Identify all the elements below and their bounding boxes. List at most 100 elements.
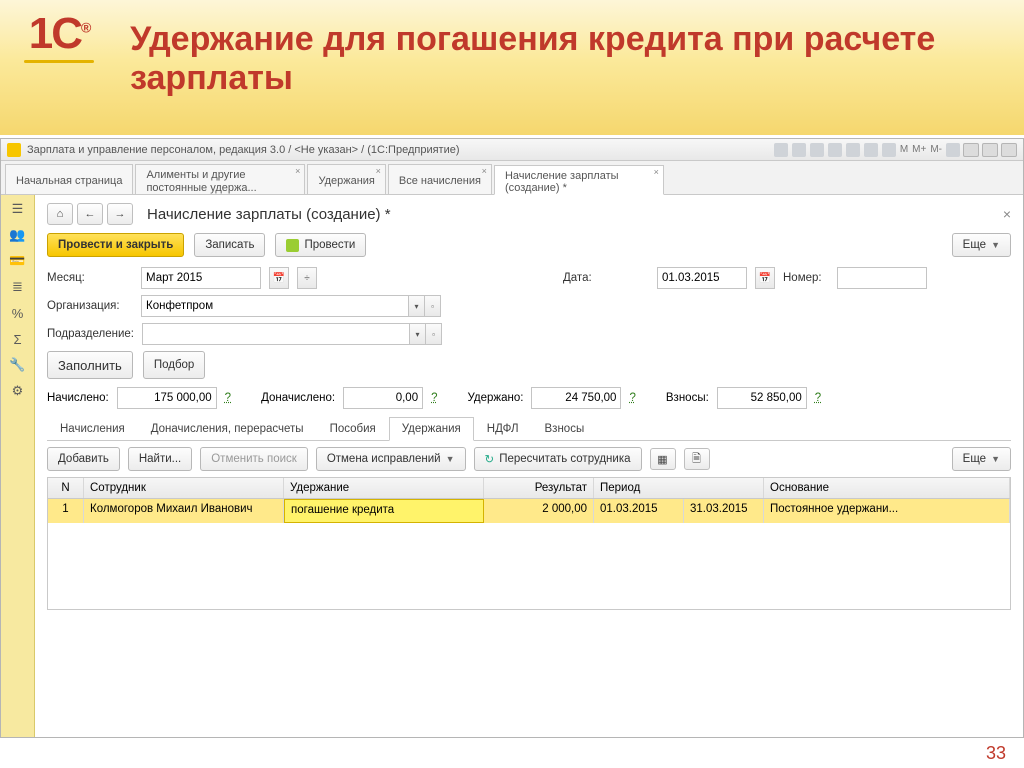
date-input[interactable] bbox=[657, 267, 747, 289]
toolbar-icon[interactable] bbox=[864, 143, 878, 157]
org-input[interactable] bbox=[141, 295, 441, 317]
date-picker-button[interactable]: 📅 bbox=[755, 267, 775, 289]
fill-button[interactable]: Заполнить bbox=[47, 351, 133, 379]
save-button[interactable]: Записать bbox=[194, 233, 265, 257]
toolbar-icon[interactable] bbox=[792, 143, 806, 157]
open-ref-icon[interactable]: ▫ bbox=[425, 324, 441, 344]
subtab-deductions[interactable]: Удержания bbox=[389, 417, 474, 441]
m-minus-label[interactable]: M- bbox=[930, 144, 942, 155]
subtabs: Начисления Доначисления, перерасчеты Пос… bbox=[47, 417, 1011, 441]
maximize-button[interactable] bbox=[982, 143, 998, 157]
tab-close-icon[interactable]: × bbox=[295, 167, 300, 177]
cell-employee[interactable]: Колмогоров Михаил Иванович bbox=[84, 499, 284, 523]
cell-period-to[interactable]: 31.03.2015 bbox=[684, 499, 764, 523]
toolbar-icon[interactable] bbox=[828, 143, 842, 157]
back-button[interactable]: ← bbox=[77, 203, 103, 225]
table-row[interactable]: 1 Колмогоров Михаил Иванович погашение к… bbox=[48, 499, 1010, 523]
toolbar-icon[interactable] bbox=[810, 143, 824, 157]
accrued-label: Начислено: bbox=[47, 392, 109, 404]
dropdown-icon[interactable]: ▾ bbox=[409, 324, 425, 344]
cell-result[interactable]: 2 000,00 bbox=[484, 499, 594, 523]
grid-icon-button[interactable]: 🗎 bbox=[684, 448, 710, 470]
subtab-contrib[interactable]: Взносы bbox=[532, 417, 598, 440]
app-icon bbox=[7, 143, 21, 157]
recalc-button[interactable]: ↻Пересчитать сотрудника bbox=[474, 447, 642, 471]
cell-basis[interactable]: Постоянное удержани... bbox=[764, 499, 1010, 523]
menu-icon[interactable]: ☰ bbox=[9, 201, 27, 217]
users-icon[interactable]: 👥 bbox=[9, 227, 27, 243]
app-titlebar: Зарплата и управление персоналом, редакц… bbox=[1, 139, 1023, 161]
post-button[interactable]: Провести bbox=[275, 233, 366, 257]
find-button[interactable]: Найти... bbox=[128, 447, 192, 471]
dept-input[interactable] bbox=[142, 323, 442, 345]
col-period[interactable]: Период bbox=[594, 478, 764, 498]
forward-button[interactable]: → bbox=[107, 203, 133, 225]
grid-more-button[interactable]: Еще▼ bbox=[952, 447, 1011, 471]
toolbar-icon[interactable] bbox=[882, 143, 896, 157]
tab-close-icon[interactable]: × bbox=[654, 168, 659, 178]
tab-start-page[interactable]: Начальная страница bbox=[5, 164, 133, 194]
slide-page-number: 33 bbox=[986, 743, 1006, 764]
app-window: Зарплата и управление персоналом, редакц… bbox=[0, 138, 1024, 738]
withheld-value bbox=[531, 387, 621, 409]
contrib-help[interactable]: ? bbox=[815, 392, 821, 404]
m-label[interactable]: M bbox=[900, 144, 908, 155]
tab-alimony[interactable]: Алименты и другие постоянные удержа...× bbox=[135, 164, 305, 194]
toolbar-icon[interactable] bbox=[846, 143, 860, 157]
dropdown-icon[interactable]: ▾ bbox=[408, 296, 424, 316]
logo-1c: 1C® bbox=[18, 12, 100, 82]
open-ref-icon[interactable]: ▫ bbox=[424, 296, 440, 316]
col-basis[interactable]: Основание bbox=[764, 478, 1010, 498]
close-button[interactable] bbox=[1001, 143, 1017, 157]
form-close-icon[interactable]: × bbox=[1003, 206, 1011, 222]
minimize-button[interactable] bbox=[963, 143, 979, 157]
number-input[interactable] bbox=[837, 267, 927, 289]
month-picker-button[interactable]: 📅 bbox=[269, 267, 289, 289]
titlebar-text: Зарплата и управление персоналом, редакц… bbox=[27, 144, 460, 156]
subtab-ndfl[interactable]: НДФЛ bbox=[474, 417, 532, 440]
withheld-help[interactable]: ? bbox=[629, 392, 635, 404]
month-step-button[interactable]: ÷ bbox=[297, 267, 317, 289]
cancel-find-button[interactable]: Отменить поиск bbox=[200, 447, 308, 471]
home-button[interactable]: ⌂ bbox=[47, 203, 73, 225]
cancel-fix-button[interactable]: Отмена исправлений▼ bbox=[316, 447, 466, 471]
tab-close-icon[interactable]: × bbox=[376, 167, 381, 177]
tab-close-icon[interactable]: × bbox=[482, 167, 487, 177]
accrued-help[interactable]: ? bbox=[225, 392, 231, 404]
org-label: Организация: bbox=[47, 300, 133, 312]
cell-n: 1 bbox=[48, 499, 84, 523]
toolbar-icon[interactable] bbox=[946, 143, 960, 157]
month-label: Месяц: bbox=[47, 272, 133, 284]
month-input[interactable] bbox=[141, 267, 261, 289]
col-deduction[interactable]: Удержание bbox=[284, 478, 484, 498]
subtab-accruals[interactable]: Начисления bbox=[47, 417, 138, 440]
add-button[interactable]: Добавить bbox=[47, 447, 120, 471]
contrib-label: Взносы: bbox=[666, 392, 709, 404]
contrib-value bbox=[717, 387, 807, 409]
wrench-icon[interactable]: 🔧 bbox=[9, 357, 27, 373]
post-and-close-button[interactable]: Провести и закрыть bbox=[47, 233, 184, 257]
percent-icon[interactable]: % bbox=[9, 305, 27, 321]
dept-label: Подразделение: bbox=[47, 328, 134, 340]
grid-icon-button[interactable]: ▦ bbox=[650, 448, 676, 470]
subtab-benefits[interactable]: Пособия bbox=[317, 417, 389, 440]
cell-deduction[interactable]: погашение кредита bbox=[284, 499, 484, 523]
tab-deductions[interactable]: Удержания× bbox=[307, 164, 385, 194]
select-button[interactable]: Подбор bbox=[143, 351, 206, 379]
cell-period-from[interactable]: 01.03.2015 bbox=[594, 499, 684, 523]
main-tabstrip: Начальная страница Алименты и другие пос… bbox=[1, 161, 1023, 195]
more-button[interactable]: Еще▼ bbox=[952, 233, 1011, 257]
list-icon[interactable]: ≣ bbox=[9, 279, 27, 295]
col-n[interactable]: N bbox=[48, 478, 84, 498]
col-employee[interactable]: Сотрудник bbox=[84, 478, 284, 498]
tab-payroll-create[interactable]: Начисление зарплаты (создание) *× bbox=[494, 165, 664, 195]
sum-icon[interactable]: Σ bbox=[9, 331, 27, 347]
subtab-extra[interactable]: Доначисления, перерасчеты bbox=[138, 417, 317, 440]
m-plus-label[interactable]: M+ bbox=[912, 144, 926, 155]
card-icon[interactable]: 💳 bbox=[9, 253, 27, 269]
extra-help[interactable]: ? bbox=[431, 392, 437, 404]
tab-all-accruals[interactable]: Все начисления× bbox=[388, 164, 492, 194]
col-result[interactable]: Результат bbox=[484, 478, 594, 498]
gear-icon[interactable]: ⚙ bbox=[9, 383, 27, 399]
toolbar-icon[interactable] bbox=[774, 143, 788, 157]
